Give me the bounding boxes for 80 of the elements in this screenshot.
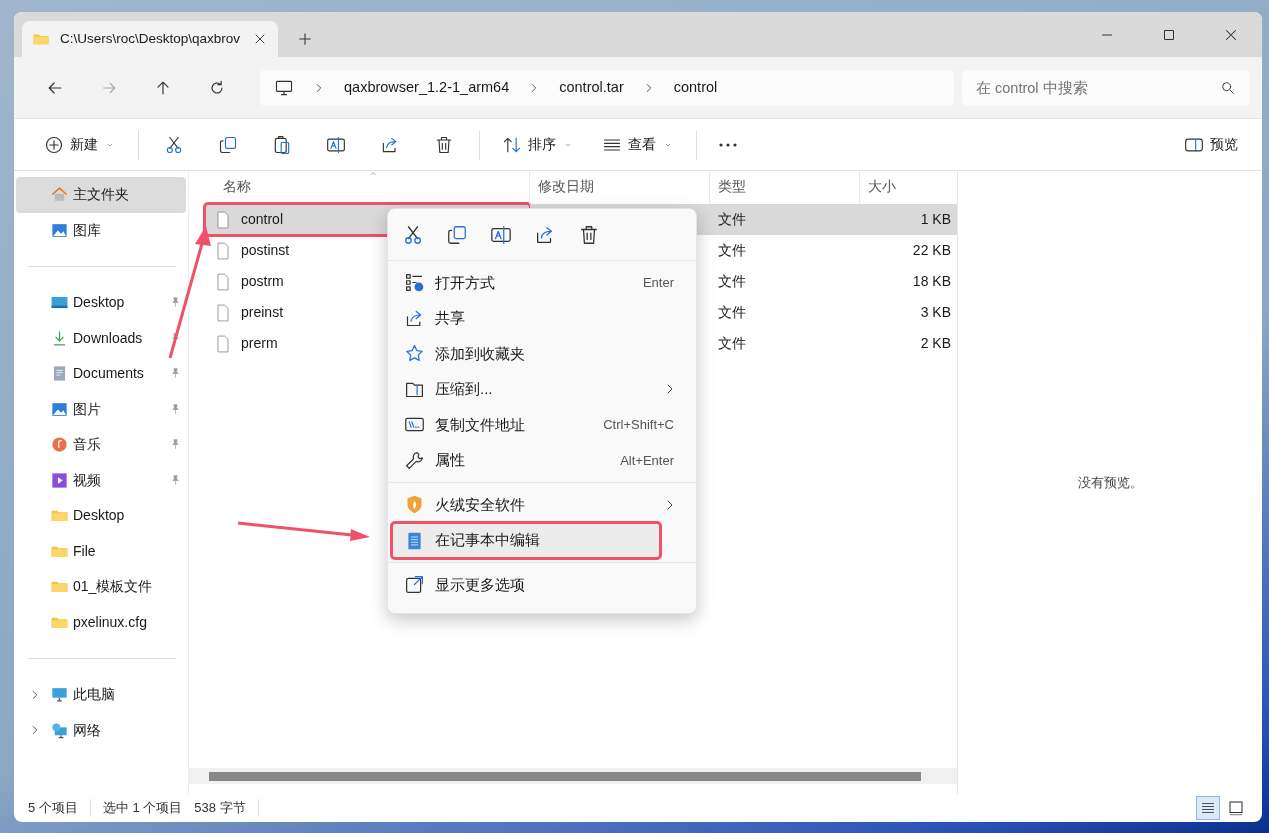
music-icon (50, 435, 69, 455)
address-bar[interactable]: qaxbrowser_1.2-1_arm64 control.tar control (260, 69, 954, 106)
cut-icon (164, 134, 184, 155)
details-view-button[interactable] (1196, 796, 1220, 820)
breadcrumb[interactable]: control (673, 76, 718, 99)
window-tab[interactable]: C:\Users\roc\Desktop\qaxbrov (22, 21, 278, 57)
sidebar-item[interactable]: Downloads (16, 320, 186, 356)
sidebar-item[interactable]: 01_模板文件 (16, 569, 186, 605)
copy-icon (446, 223, 468, 246)
shortcut-label: Enter (642, 274, 674, 292)
sidebar-item[interactable]: 图库 (16, 212, 186, 248)
external-icon (404, 574, 425, 596)
horizontal-scrollbar[interactable] (189, 768, 957, 784)
rename-icon (326, 134, 346, 155)
sidebar-item[interactable]: 音乐 (16, 427, 186, 463)
tab-title: C:\Users\roc\Desktop\qaxbrov (60, 29, 242, 48)
plus-circle-icon (44, 134, 64, 155)
delete-icon (578, 223, 600, 246)
preview-button[interactable]: 预览 (1172, 126, 1250, 163)
file-size: 22 KB (911, 241, 952, 260)
file-name: postrm (241, 272, 284, 291)
file-size: 2 KB (919, 334, 952, 353)
menu-item[interactable]: 属性 Alt+Enter (392, 442, 692, 478)
menu-item[interactable]: 显示更多选项 (392, 567, 692, 603)
breadcrumb[interactable]: control.tar (559, 76, 624, 99)
search-icon (1220, 79, 1236, 96)
menu-item[interactable]: 火绒安全软件 (392, 487, 692, 523)
more-icon (719, 142, 737, 147)
menu-item[interactable]: 共享 (392, 300, 692, 336)
copy-icon (218, 134, 238, 155)
tiles-view-icon (1227, 799, 1245, 817)
video-icon (50, 470, 69, 490)
sidebar-item[interactable]: 此电脑 (16, 677, 186, 713)
file-type: 文件 (717, 303, 747, 322)
file-name-cell[interactable]: postinst (205, 235, 530, 266)
sidebar-item[interactable]: 主文件夹 (16, 177, 186, 213)
sidebar-item[interactable]: Documents (16, 356, 186, 392)
network-icon (50, 720, 69, 740)
delete-icon (434, 134, 454, 155)
file-name: prerm (241, 334, 278, 353)
file-type: 文件 (717, 272, 747, 291)
sidebar-item[interactable]: Desktop (16, 285, 186, 321)
file-name: control (241, 210, 284, 229)
shortcut-label: Ctrl+Shift+C (603, 416, 674, 434)
file-name: preinst (241, 303, 284, 322)
sidebar-item[interactable]: 网络 (16, 712, 186, 748)
rename-icon (490, 223, 512, 246)
menu-item[interactable]: 复制文件地址 Ctrl+Shift+C (392, 407, 692, 443)
selection-count: 选中 1 个项目 (102, 799, 183, 818)
preview-message: 没有预览。 (1077, 473, 1143, 492)
sort-button[interactable]: 排序 (490, 126, 586, 163)
file-size: 3 KB (919, 303, 952, 322)
breadcrumb[interactable]: qaxbrowser_1.2-1_arm64 (344, 76, 510, 99)
item-count: 5 个项目 (28, 799, 78, 818)
sidebar-item[interactable]: pxelinux.cfg (16, 604, 186, 640)
wrench-icon (404, 449, 425, 471)
new-button[interactable]: 新建 (32, 126, 128, 163)
selection-size: 538 字节 (194, 799, 246, 818)
new-tab-icon[interactable] (296, 30, 314, 48)
file-name: postinst (241, 241, 290, 260)
menu-item[interactable]: 打开方式 Enter (392, 265, 692, 301)
menu-item[interactable]: 在记事本中编辑 (392, 522, 660, 558)
shortcut-label: Alt+Enter (620, 451, 674, 470)
menu-item[interactable]: 添加到收藏夹 (392, 336, 692, 372)
file-type: 文件 (717, 241, 747, 260)
view-button[interactable]: 查看 (590, 126, 686, 163)
menu-item[interactable]: 压缩到... (392, 371, 692, 407)
file-size: 1 KB (860, 204, 957, 235)
paste-icon (272, 134, 292, 155)
sidebar-item[interactable]: File (16, 533, 186, 569)
sidebar-item[interactable]: 视频 (16, 462, 186, 498)
sidebar-item[interactable]: Desktop (16, 498, 186, 534)
search-field[interactable]: 在 control 中搜索 (962, 69, 1250, 106)
cut-icon (402, 223, 424, 246)
sidebar-item[interactable]: 图片 (16, 391, 186, 427)
open-with-icon (404, 272, 425, 294)
column-header[interactable]: 大小 (860, 171, 957, 204)
file-type: 文件 (717, 334, 747, 353)
file-type: 文件 (710, 204, 860, 235)
file-size: 18 KB (911, 272, 952, 291)
